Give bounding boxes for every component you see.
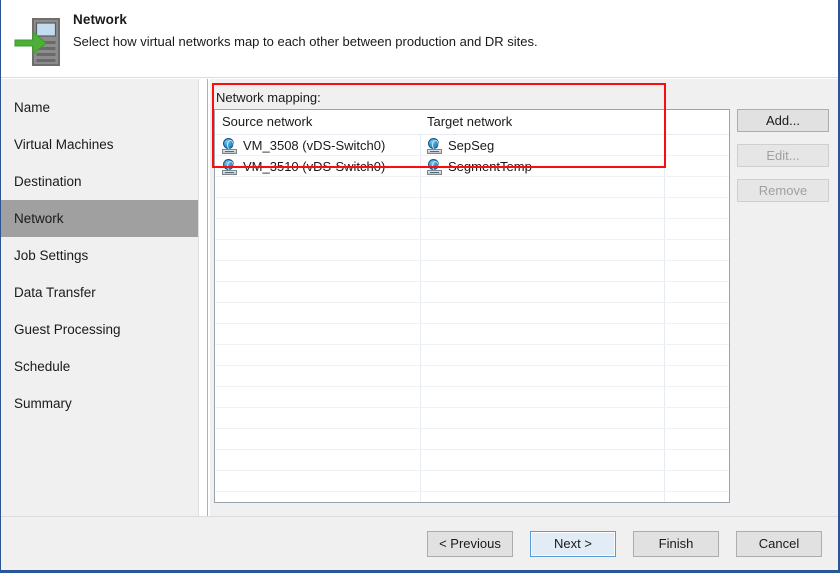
cell-label: VM_3508 (vDS-Switch0) xyxy=(243,135,385,156)
remove-button: Remove xyxy=(737,179,829,202)
table-row[interactable] xyxy=(215,219,729,240)
cell-label: SegmentTemp xyxy=(448,156,532,177)
table-row[interactable] xyxy=(215,198,729,219)
sidebar-divider xyxy=(207,79,209,516)
grid-action-buttons: Add... Edit... Remove xyxy=(737,109,829,214)
server-arrow-icon xyxy=(13,12,69,68)
sidebar-item-schedule[interactable]: Schedule xyxy=(1,348,198,385)
table-row[interactable] xyxy=(215,450,729,471)
table-row[interactable] xyxy=(215,366,729,387)
table-row[interactable] xyxy=(215,177,729,198)
network-icon xyxy=(427,159,443,175)
cell-source: VM_3508 (vDS-Switch0) xyxy=(222,135,385,156)
network-icon xyxy=(222,138,238,154)
table-row[interactable] xyxy=(215,303,729,324)
sidebar-item-network[interactable]: Network xyxy=(1,200,198,237)
table-row[interactable] xyxy=(215,261,729,282)
page-title: Network xyxy=(73,10,538,30)
network-icon xyxy=(222,159,238,175)
table-row[interactable] xyxy=(215,282,729,303)
table-row[interactable] xyxy=(215,324,729,345)
table-row[interactable] xyxy=(215,408,729,429)
wizard-header: Network Select how virtual networks map … xyxy=(1,0,838,78)
cell-target: SepSeg xyxy=(427,135,494,156)
table-row[interactable] xyxy=(215,240,729,261)
network-icon xyxy=(427,138,443,154)
cell-label: SepSeg xyxy=(448,135,494,156)
header-text-block: Network Select how virtual networks map … xyxy=(73,10,538,52)
content-panel: Network mapping: Source network Target n… xyxy=(210,79,838,516)
network-mapping-grid[interactable]: Source network Target network VM_3508 (v… xyxy=(214,109,730,503)
table-row[interactable] xyxy=(215,387,729,408)
add-button[interactable]: Add... xyxy=(737,109,829,132)
cell-target: SegmentTemp xyxy=(427,156,532,177)
wizard-footer: < Previous Next > Finish Cancel xyxy=(1,516,838,570)
network-mapping-label: Network mapping: xyxy=(216,90,321,105)
sidebar-item-data-transfer[interactable]: Data Transfer xyxy=(1,274,198,311)
sidebar-item-guest-processing[interactable]: Guest Processing xyxy=(1,311,198,348)
previous-button[interactable]: < Previous xyxy=(427,531,513,557)
column-header-source-network[interactable]: Source network xyxy=(222,114,312,129)
page-subtitle: Select how virtual networks map to each … xyxy=(73,32,538,52)
sidebar-item-summary[interactable]: Summary xyxy=(1,385,198,422)
next-button[interactable]: Next > xyxy=(530,531,616,557)
cancel-button[interactable]: Cancel xyxy=(736,531,822,557)
wizard-window: Network Select how virtual networks map … xyxy=(0,0,840,573)
grid-header-row: Source network Target network xyxy=(215,110,729,135)
sidebar-item-destination[interactable]: Destination xyxy=(1,163,198,200)
wizard-step-sidebar: NameVirtual MachinesDestinationNetworkJo… xyxy=(1,79,199,516)
sidebar-item-name[interactable]: Name xyxy=(1,89,198,126)
cell-label: VM_3510 (vDS-Switch0) xyxy=(243,156,385,177)
table-row[interactable] xyxy=(215,345,729,366)
cell-source: VM_3510 (vDS-Switch0) xyxy=(222,156,385,177)
finish-button[interactable]: Finish xyxy=(633,531,719,557)
table-row[interactable]: VM_3510 (vDS-Switch0) SegmentTemp xyxy=(215,156,729,177)
table-row[interactable] xyxy=(215,471,729,492)
table-row[interactable]: VM_3508 (vDS-Switch0) SepSeg xyxy=(215,135,729,156)
sidebar-item-job-settings[interactable]: Job Settings xyxy=(1,237,198,274)
sidebar-item-virtual-machines[interactable]: Virtual Machines xyxy=(1,126,198,163)
table-row[interactable] xyxy=(215,492,729,503)
edit-button: Edit... xyxy=(737,144,829,167)
footer-button-group: < Previous Next > Finish Cancel xyxy=(427,531,822,557)
table-row[interactable] xyxy=(215,429,729,450)
column-header-target-network[interactable]: Target network xyxy=(427,114,512,129)
